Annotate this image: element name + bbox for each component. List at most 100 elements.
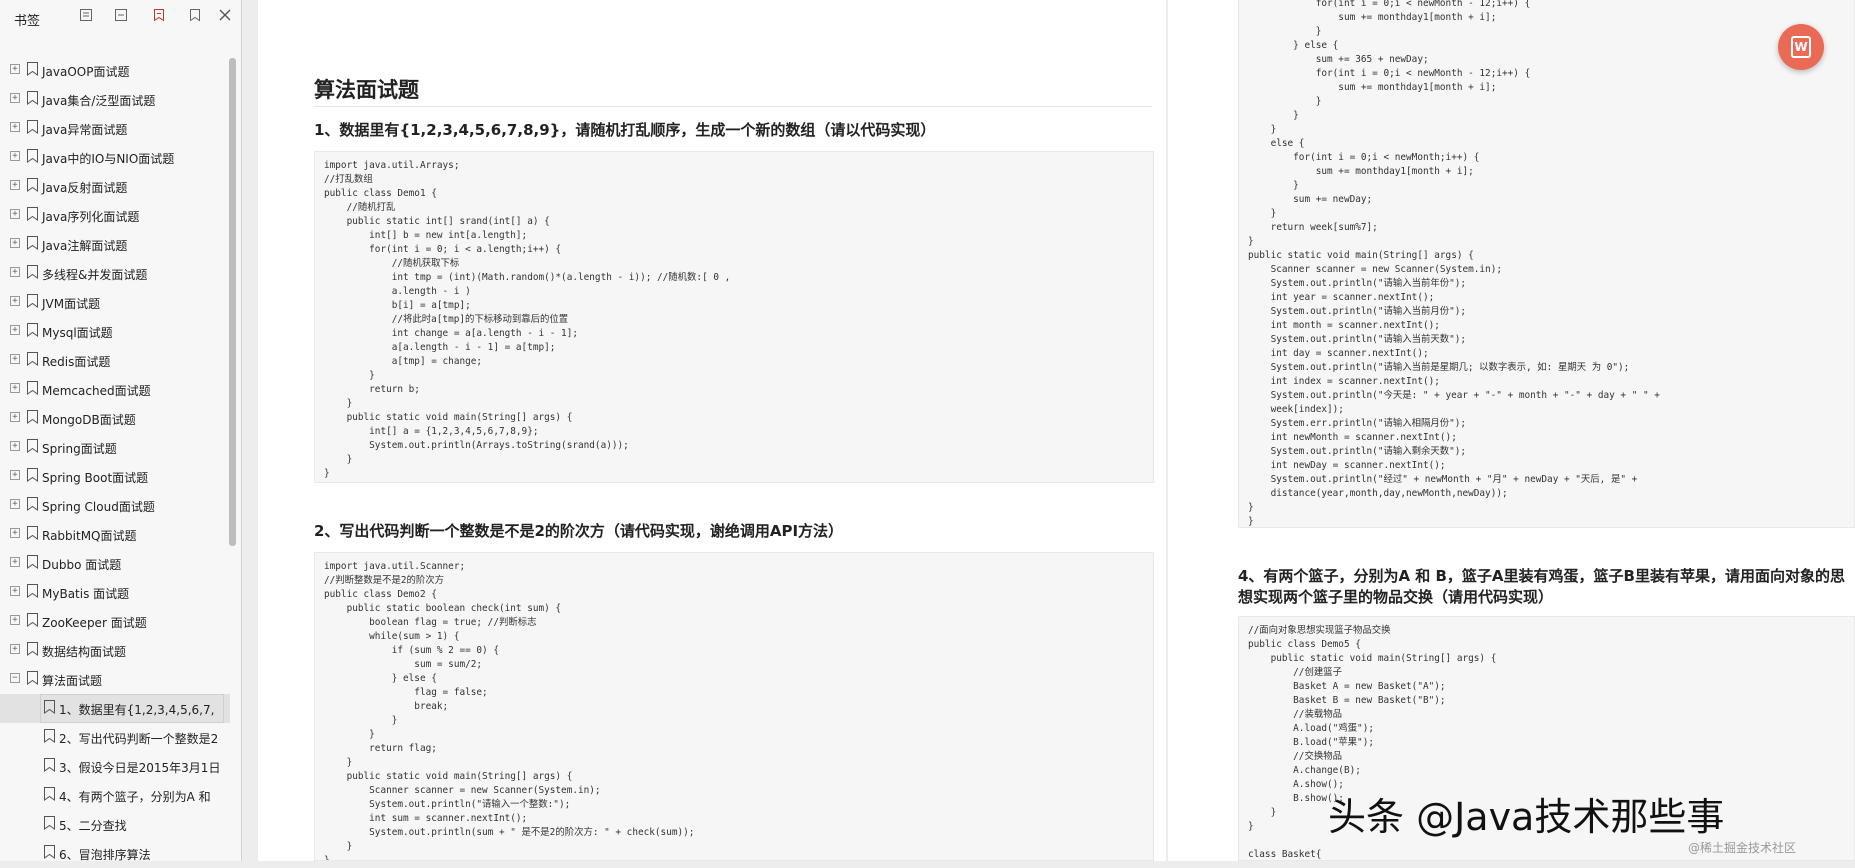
expand-toggle-icon[interactable]: + xyxy=(10,586,20,596)
question-4-heading: 4、有两个篮子，分别为A 和 B，篮子A里装有鸡蛋，篮子B里装有苹果，请用面向对… xyxy=(1238,567,1845,606)
expand-toggle-icon[interactable]: + xyxy=(10,354,20,364)
bookmark-icon xyxy=(27,497,38,511)
bookmark-child-item[interactable]: 1、数据里有{1,2,3,4,5,6,7, xyxy=(0,694,230,723)
bookmark-item[interactable]: − 算法面试题 xyxy=(0,665,230,694)
bookmark-label: Spring Boot面试题 xyxy=(42,471,149,485)
bookmark-item[interactable]: + Memcached面试题 xyxy=(0,375,230,404)
code-block-1-text: import java.util.Arrays; //打乱数组 public c… xyxy=(324,160,731,479)
expand-toggle-icon[interactable]: + xyxy=(10,557,20,567)
bookmark-item[interactable]: + Dubbo 面试题 xyxy=(0,549,230,578)
bookmark-item[interactable]: + ZooKeeper 面试题 xyxy=(0,607,230,636)
watermark-sub: @稀土掘金技术社区 xyxy=(1688,841,1797,855)
bookmark-icon xyxy=(27,149,38,163)
bookmark-child-item[interactable]: 3、假设今日是2015年3月1日: xyxy=(0,752,230,781)
document-page-right: for(int i = 0;i < newMonth - 12;i++) { s… xyxy=(1168,0,1855,861)
bookmark-icon xyxy=(27,323,38,337)
bookmark-item[interactable]: + RabbitMQ面试题 xyxy=(0,520,230,549)
bookmark-label: MongoDB面试题 xyxy=(42,413,136,427)
expand-toggle-icon[interactable]: + xyxy=(10,615,20,625)
expand-toggle-icon[interactable]: + xyxy=(10,151,20,161)
expand-toggle-icon[interactable]: + xyxy=(10,180,20,190)
bookmark-child-item[interactable]: 2、写出代码判断一个整数是2 xyxy=(0,723,230,752)
expand-all-icon[interactable] xyxy=(78,8,94,24)
bookmark-item[interactable]: + Java反射面试题 xyxy=(0,172,230,201)
expand-toggle-icon[interactable]: + xyxy=(10,441,20,451)
bookmark-icon xyxy=(44,787,55,801)
bookmark-label: 数据结构面试题 xyxy=(42,645,127,659)
watermark-main: 头条 @Java技术那些事 xyxy=(1328,795,1725,839)
bookmark-item[interactable]: + MongoDB面试题 xyxy=(0,404,230,433)
bookmark-icon xyxy=(44,845,55,859)
bookmark-child-item[interactable]: 5、二分查找 xyxy=(0,810,230,839)
expand-toggle-icon[interactable]: − xyxy=(10,673,20,683)
bookmark-item[interactable]: + JVM面试题 xyxy=(0,288,230,317)
bookmark-child-item[interactable]: 4、有两个篮子，分别为A 和 xyxy=(0,781,230,810)
expand-toggle-icon[interactable]: + xyxy=(10,644,20,654)
bookmark-icon xyxy=(27,381,38,395)
bookmark-icon xyxy=(44,758,55,772)
bookmark-item[interactable]: + Java异常面试题 xyxy=(0,114,230,143)
bookmark-icon xyxy=(44,729,55,743)
bookmark-label: Dubbo 面试题 xyxy=(42,558,122,572)
bookmark-label: 多线程&并发面试题 xyxy=(42,268,148,282)
bookmark-icon[interactable] xyxy=(187,8,203,24)
expand-toggle-icon[interactable]: + xyxy=(10,122,20,132)
bookmark-item[interactable]: + Redis面试题 xyxy=(0,346,230,375)
code-block-3: for(int i = 0;i < newMonth - 12;i++) { s… xyxy=(1238,0,1855,528)
bookmark-icon xyxy=(27,178,38,192)
close-icon[interactable] xyxy=(217,8,233,24)
add-bookmark-icon[interactable] xyxy=(151,8,167,24)
document-page-left: 算法面试题 1、数据里有{1,2,3,4,5,6,7,8,9}，请随机打乱顺序，… xyxy=(258,0,1166,861)
bookmark-label: Java异常面试题 xyxy=(42,123,128,137)
expand-toggle-icon[interactable]: + xyxy=(10,499,20,509)
bookmark-item[interactable]: + Mysql面试题 xyxy=(0,317,230,346)
expand-toggle-icon[interactable]: + xyxy=(10,470,20,480)
bookmark-item[interactable]: + Java注解面试题 xyxy=(0,230,230,259)
bookmark-label: Java注解面试题 xyxy=(42,239,128,253)
expand-toggle-icon[interactable]: + xyxy=(10,383,20,393)
bookmark-item[interactable]: + Spring面试题 xyxy=(0,433,230,462)
bookmark-item[interactable]: + Spring Boot面试题 xyxy=(0,462,230,491)
bookmark-item[interactable]: + Java集合/泛型面试题 xyxy=(0,85,230,114)
expand-toggle-icon[interactable]: + xyxy=(10,209,20,219)
bookmark-item[interactable]: + MyBatis 面试题 xyxy=(0,578,230,607)
bookmark-tree: + JavaOOP面试题 + Java集合/泛型面试题 + Java异常面试题 + Java中… xyxy=(0,56,230,868)
bookmark-item[interactable]: + Java序列化面试题 xyxy=(0,201,230,230)
bookmark-scrollbar[interactable] xyxy=(229,58,236,546)
bookmark-label: 算法面试题 xyxy=(42,674,103,688)
expand-toggle-icon[interactable]: + xyxy=(10,325,20,335)
bookmark-item[interactable]: + 多线程&并发面试题 xyxy=(0,259,230,288)
bookmark-label: Java中的IO与NIO面试题 xyxy=(42,152,175,166)
bookmark-item[interactable]: + 数据结构面试题 xyxy=(0,636,230,665)
bookmark-label: RabbitMQ面试题 xyxy=(42,529,137,543)
expand-toggle-icon[interactable]: + xyxy=(10,296,20,306)
bookmark-item[interactable]: + Java中的IO与NIO面试题 xyxy=(0,143,230,172)
expand-toggle-icon[interactable]: + xyxy=(10,267,20,277)
bookmark-label: Redis面试题 xyxy=(42,355,111,369)
bookmark-icon xyxy=(44,700,55,714)
bookmark-panel: 书签 + JavaOOP面试题 + Java集合/泛型面试题 + Java异常面试题 + Ja… xyxy=(0,0,242,862)
bookmark-item[interactable]: + Spring Cloud面试题 xyxy=(0,491,230,520)
bookmark-item[interactable]: + JavaOOP面试题 xyxy=(0,56,230,85)
collapse-all-icon[interactable] xyxy=(113,8,129,24)
bookmark-icon xyxy=(27,91,38,105)
bookmark-panel-title: 书签 xyxy=(14,14,41,29)
wps-convert-icon: W xyxy=(1791,36,1811,58)
bookmark-label: Java序列化面试题 xyxy=(42,210,140,224)
expand-toggle-icon[interactable]: + xyxy=(10,238,20,248)
bookmark-panel-header: 书签 xyxy=(0,0,242,34)
bookmark-icon xyxy=(27,439,38,453)
bookmark-label: Java集合/泛型面试题 xyxy=(42,94,156,108)
bookmark-label: JavaOOP面试题 xyxy=(42,65,130,79)
expand-toggle-icon[interactable]: + xyxy=(10,528,20,538)
bookmark-icon xyxy=(27,120,38,134)
expand-toggle-icon[interactable]: + xyxy=(10,93,20,103)
bookmark-label: Mysql面试题 xyxy=(42,326,113,340)
expand-toggle-icon[interactable]: + xyxy=(10,64,20,74)
bookmark-label: 2、写出代码判断一个整数是2 xyxy=(59,732,219,746)
bookmark-icon xyxy=(27,555,38,569)
bookmark-child-item[interactable]: 6、冒泡排序算法 xyxy=(0,839,230,868)
wps-convert-button[interactable]: W xyxy=(1778,24,1824,70)
expand-toggle-icon[interactable]: + xyxy=(10,412,20,422)
bookmark-icon xyxy=(44,816,55,830)
